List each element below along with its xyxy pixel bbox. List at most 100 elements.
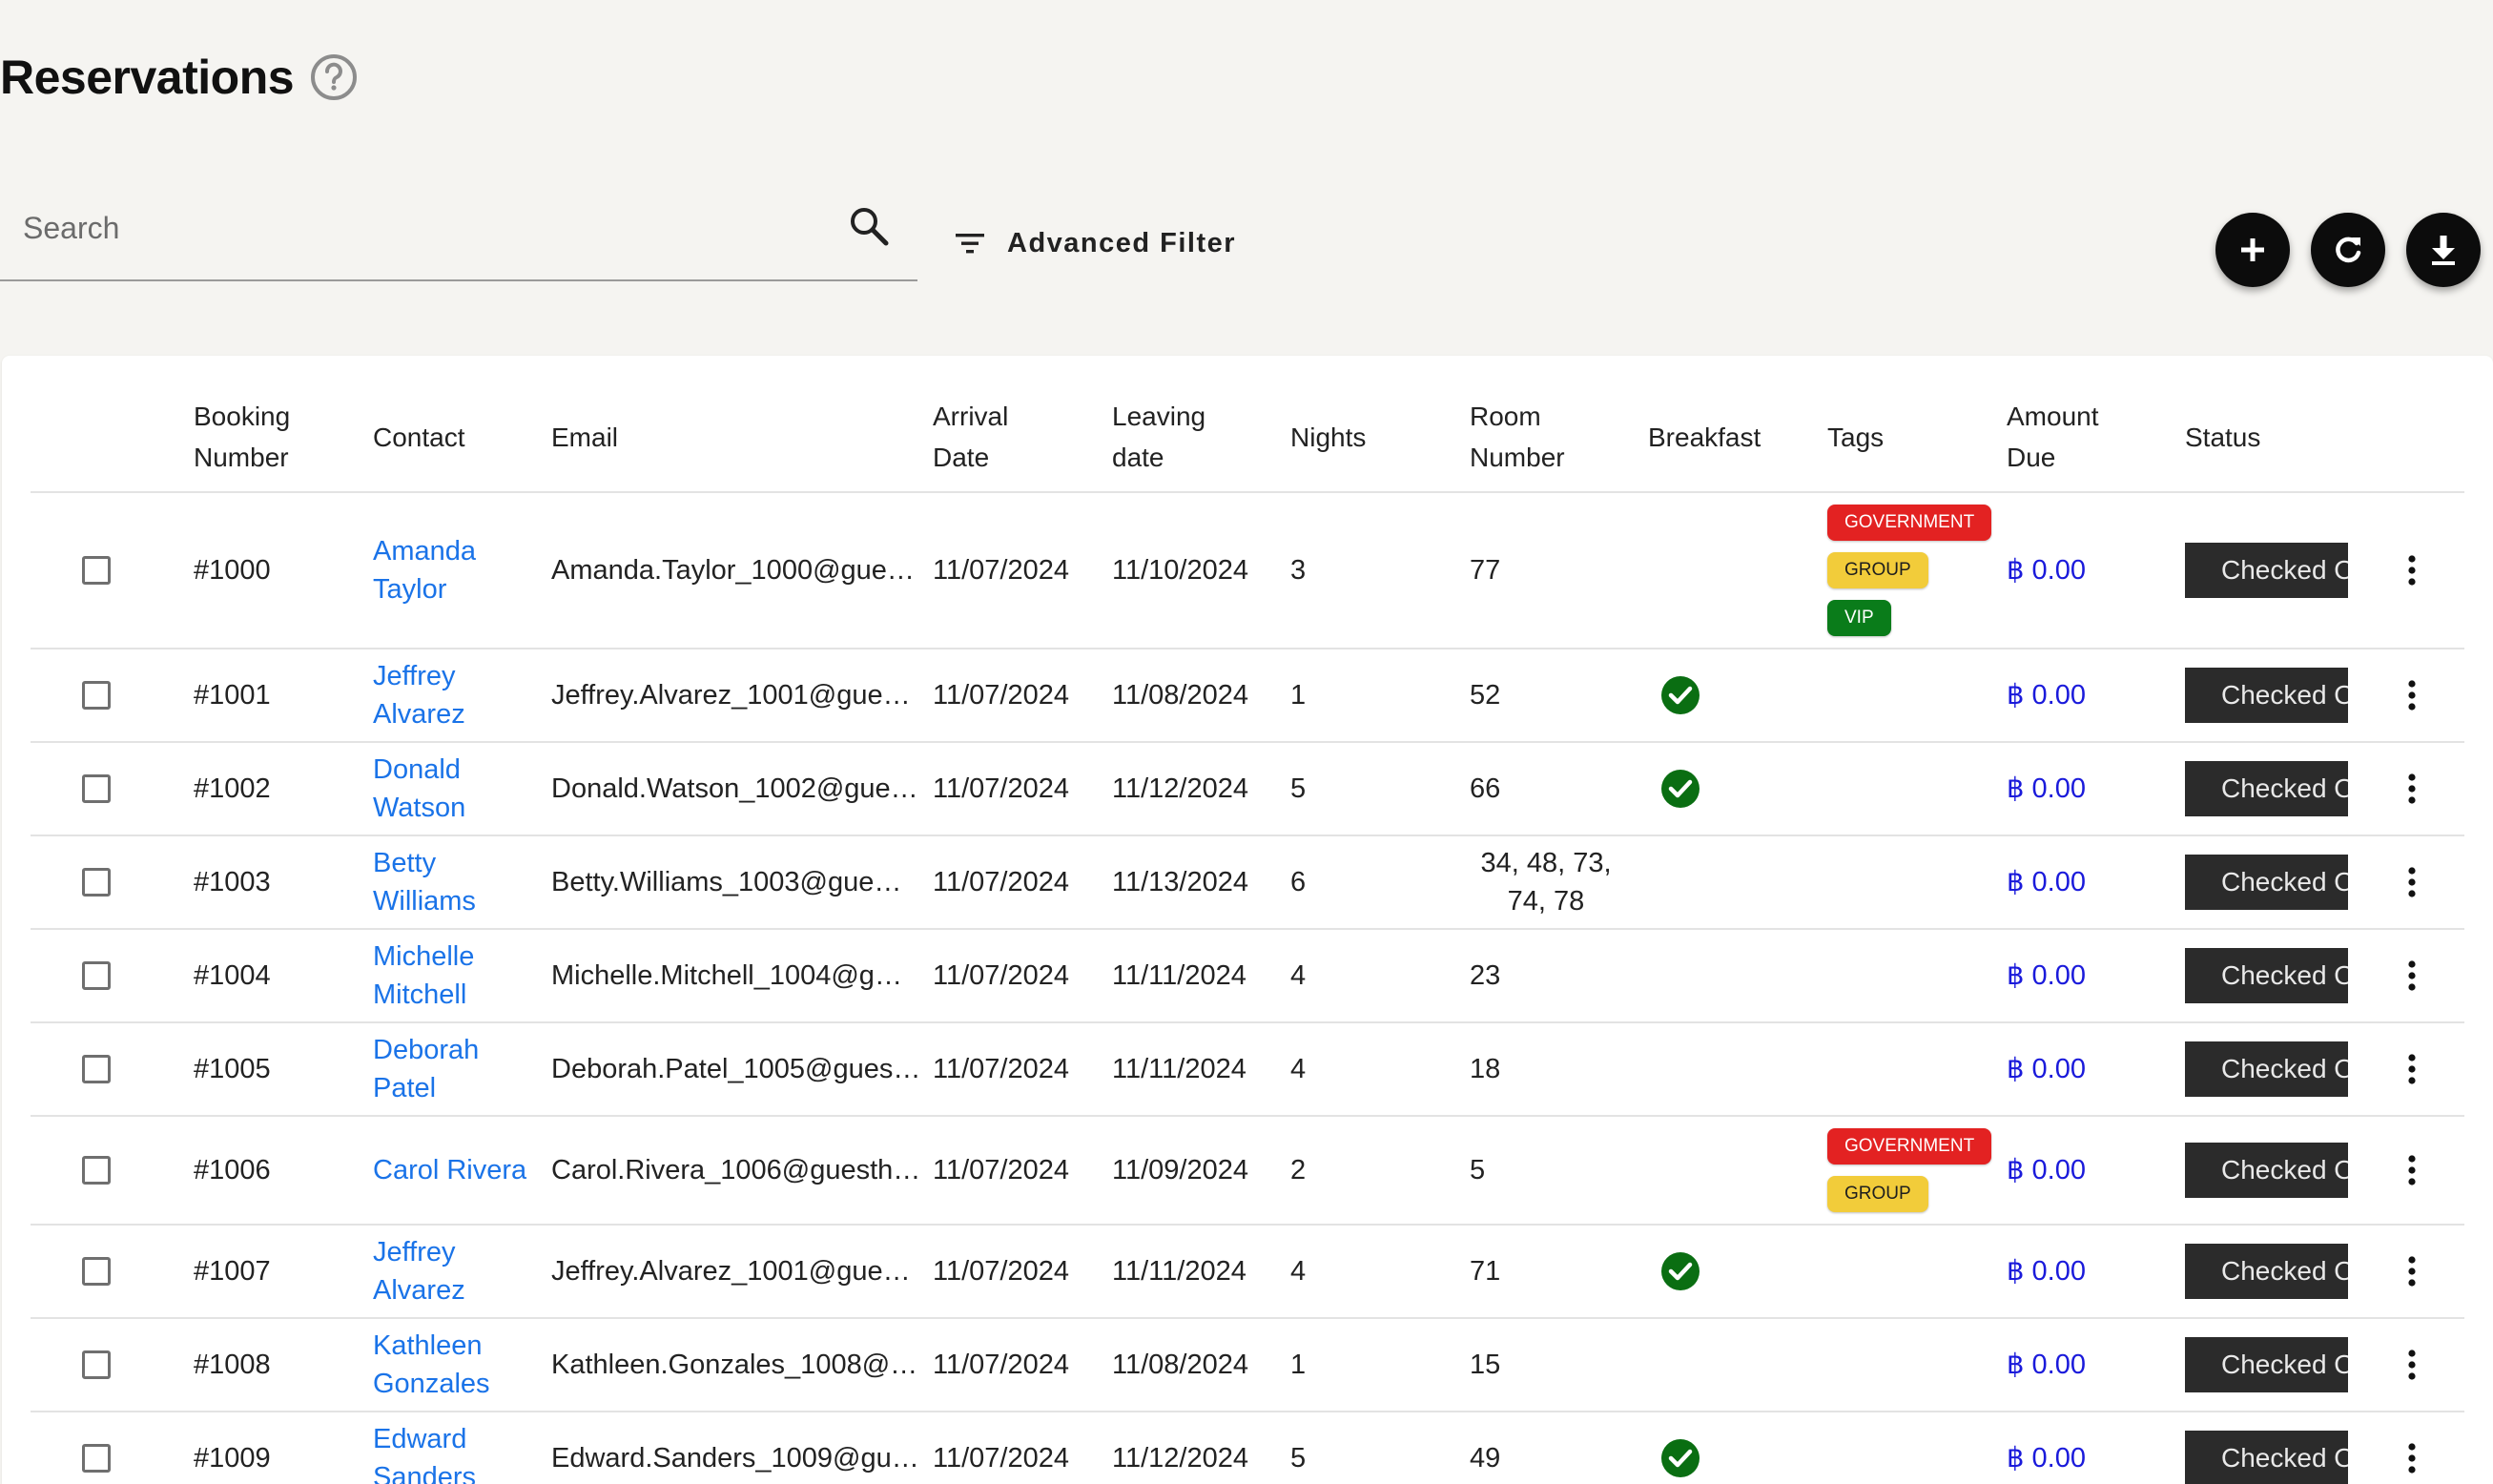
row-checkbox[interactable] xyxy=(82,1055,111,1083)
contact-name-line[interactable]: Williams xyxy=(373,882,551,920)
reservations-table: Booking Number Contact Email Arrival Date … xyxy=(31,356,2464,1484)
add-reservation-button[interactable] xyxy=(2215,213,2290,287)
nights-cell: 4 xyxy=(1290,1022,1470,1117)
contact-link[interactable]: Amanda Taylor xyxy=(373,492,551,649)
more-vertical-icon[interactable] xyxy=(2393,1050,2431,1088)
status-button[interactable]: Checked Out xyxy=(2185,1041,2348,1097)
contact-name-line[interactable]: Betty xyxy=(373,844,551,882)
status-button[interactable]: Checked Out xyxy=(2185,855,2348,910)
contact-name-line[interactable]: Michelle xyxy=(373,938,551,976)
column-header-breakfast[interactable]: Breakfast xyxy=(1648,356,1827,493)
more-vertical-icon[interactable] xyxy=(2393,863,2431,901)
contact-name-line[interactable]: Kathleen xyxy=(373,1327,551,1365)
contact-link[interactable]: Jeffrey Alvarez xyxy=(373,649,551,743)
table-row[interactable]: #1004 Michelle Mitchell Michelle.Mitchell_1… xyxy=(31,929,2464,1023)
table-row[interactable]: #1005 Deborah Patel Deborah.Patel_1005@gues… xyxy=(31,1022,2464,1117)
search-field[interactable] xyxy=(0,172,917,281)
table-row[interactable]: #1007 Jeffrey Alvarez Jeffrey.Alvarez_1001@… xyxy=(31,1225,2464,1319)
status-cell: Checked Out xyxy=(2185,649,2364,743)
more-vertical-icon[interactable] xyxy=(2393,1151,2431,1189)
column-header-nights[interactable]: Nights xyxy=(1290,356,1470,493)
contact-link[interactable]: Michelle Mitchell xyxy=(373,929,551,1023)
table-row[interactable]: #1001 Jeffrey Alvarez Jeffrey.Alvarez_1001@… xyxy=(31,649,2464,743)
more-vertical-icon[interactable] xyxy=(2393,1346,2431,1384)
download-button[interactable] xyxy=(2406,213,2481,287)
room-number-line: 74, 78 xyxy=(1507,886,1585,917)
amount-due-cell: ฿ 0.00 xyxy=(2007,492,2185,649)
more-vertical-icon[interactable] xyxy=(2393,770,2431,808)
breakfast-cell xyxy=(1648,742,1827,836)
contact-name-line[interactable]: Deborah xyxy=(373,1031,551,1069)
column-header-booking-number[interactable]: Booking Number xyxy=(194,356,373,493)
status-button[interactable]: Checked Out xyxy=(2185,1431,2348,1484)
status-button[interactable]: Checked Out xyxy=(2185,1337,2348,1392)
room-number-cell: 5 xyxy=(1470,1116,1648,1226)
row-checkbox[interactable] xyxy=(82,1350,111,1379)
status-button[interactable]: Checked Out xyxy=(2185,1143,2348,1198)
contact-link[interactable]: Carol Rivera xyxy=(373,1116,551,1226)
contact-link[interactable]: Deborah Patel xyxy=(373,1022,551,1117)
more-vertical-icon[interactable] xyxy=(2393,676,2431,714)
contact-link[interactable]: Betty Williams xyxy=(373,835,551,930)
column-header-contact[interactable]: Contact xyxy=(373,356,551,493)
column-header-leaving-date[interactable]: Leaving date xyxy=(1112,356,1290,493)
contact-name-line[interactable]: Carol Rivera xyxy=(373,1151,551,1189)
row-checkbox[interactable] xyxy=(82,556,111,585)
contact-link[interactable]: Jeffrey Alvarez xyxy=(373,1225,551,1319)
contact-name-line[interactable]: Sanders xyxy=(373,1458,551,1484)
contact-link[interactable]: Donald Watson xyxy=(373,742,551,836)
refresh-button[interactable] xyxy=(2311,213,2385,287)
contact-name-line[interactable]: Alvarez xyxy=(373,1271,551,1309)
table-row[interactable]: #1008 Kathleen Gonzales Kathleen.Gonzales_1… xyxy=(31,1318,2464,1412)
search-icon[interactable] xyxy=(847,204,891,248)
contact-link[interactable]: Edward Sanders xyxy=(373,1412,551,1484)
column-header-amount-due[interactable]: Amount Due xyxy=(2007,356,2185,493)
contact-name-line[interactable]: Edward xyxy=(373,1420,551,1458)
row-checkbox[interactable] xyxy=(82,681,111,710)
check-circle-icon xyxy=(1661,676,1700,714)
contact-name-line[interactable]: Gonzales xyxy=(373,1365,551,1403)
status-button[interactable]: Checked Out xyxy=(2185,543,2348,598)
more-vertical-icon[interactable] xyxy=(2393,957,2431,995)
table-row[interactable]: #1002 Donald Watson Donald.Watson_1002@gue…… xyxy=(31,742,2464,836)
advanced-filter-button[interactable]: Advanced Filter xyxy=(954,227,1236,259)
advanced-filter-label: Advanced Filter xyxy=(1007,227,1237,258)
contact-name-line[interactable]: Jeffrey xyxy=(373,657,551,695)
leaving-date-cell: 11/09/2024 xyxy=(1112,1116,1290,1226)
table-row[interactable]: #1000 Amanda Taylor Amanda.Taylor_1000@gue…… xyxy=(31,492,2464,649)
contact-link[interactable]: Kathleen Gonzales xyxy=(373,1318,551,1412)
row-checkbox[interactable] xyxy=(82,1257,111,1286)
booking-number-cell: #1006 xyxy=(194,1116,373,1226)
column-header-tags[interactable]: Tags xyxy=(1827,356,2007,493)
contact-name-line[interactable]: Taylor xyxy=(373,570,551,608)
contact-name-line[interactable]: Mitchell xyxy=(373,976,551,1014)
column-header-status[interactable]: Status xyxy=(2185,356,2364,493)
status-button[interactable]: Checked Out xyxy=(2185,668,2348,723)
table-row[interactable]: #1003 Betty Williams Betty.Williams_1003@gu… xyxy=(31,835,2464,930)
column-header-email[interactable]: Email xyxy=(551,356,933,493)
contact-name-line[interactable]: Patel xyxy=(373,1069,551,1107)
contact-name-line[interactable]: Donald xyxy=(373,751,551,789)
more-vertical-icon[interactable] xyxy=(2393,551,2431,589)
status-button[interactable]: Checked Out xyxy=(2185,1244,2348,1299)
search-input[interactable] xyxy=(21,198,826,258)
status-button[interactable]: Checked Out xyxy=(2185,761,2348,816)
more-vertical-icon[interactable] xyxy=(2393,1252,2431,1290)
row-actions-cell xyxy=(2364,929,2464,1023)
row-checkbox[interactable] xyxy=(82,774,111,803)
more-vertical-icon[interactable] xyxy=(2393,1439,2431,1477)
contact-name-line[interactable]: Jeffrey xyxy=(373,1233,551,1271)
table-row[interactable]: #1006 Carol Rivera Carol.Rivera_1006@guest… xyxy=(31,1116,2464,1226)
status-button[interactable]: Checked Out xyxy=(2185,948,2348,1003)
contact-name-line[interactable]: Watson xyxy=(373,789,551,827)
row-checkbox[interactable] xyxy=(82,961,111,990)
row-checkbox[interactable] xyxy=(82,1156,111,1185)
contact-name-line[interactable]: Alvarez xyxy=(373,695,551,733)
row-checkbox[interactable] xyxy=(82,1444,111,1473)
help-circle-icon[interactable] xyxy=(309,52,359,102)
row-checkbox[interactable] xyxy=(82,868,111,897)
table-row[interactable]: #1009 Edward Sanders Edward.Sanders_1009@gu… xyxy=(31,1412,2464,1484)
contact-name-line[interactable]: Amanda xyxy=(373,532,551,570)
column-header-room-number[interactable]: Room Number xyxy=(1470,356,1648,493)
column-header-arrival-date[interactable]: Arrival Date xyxy=(933,356,1112,493)
